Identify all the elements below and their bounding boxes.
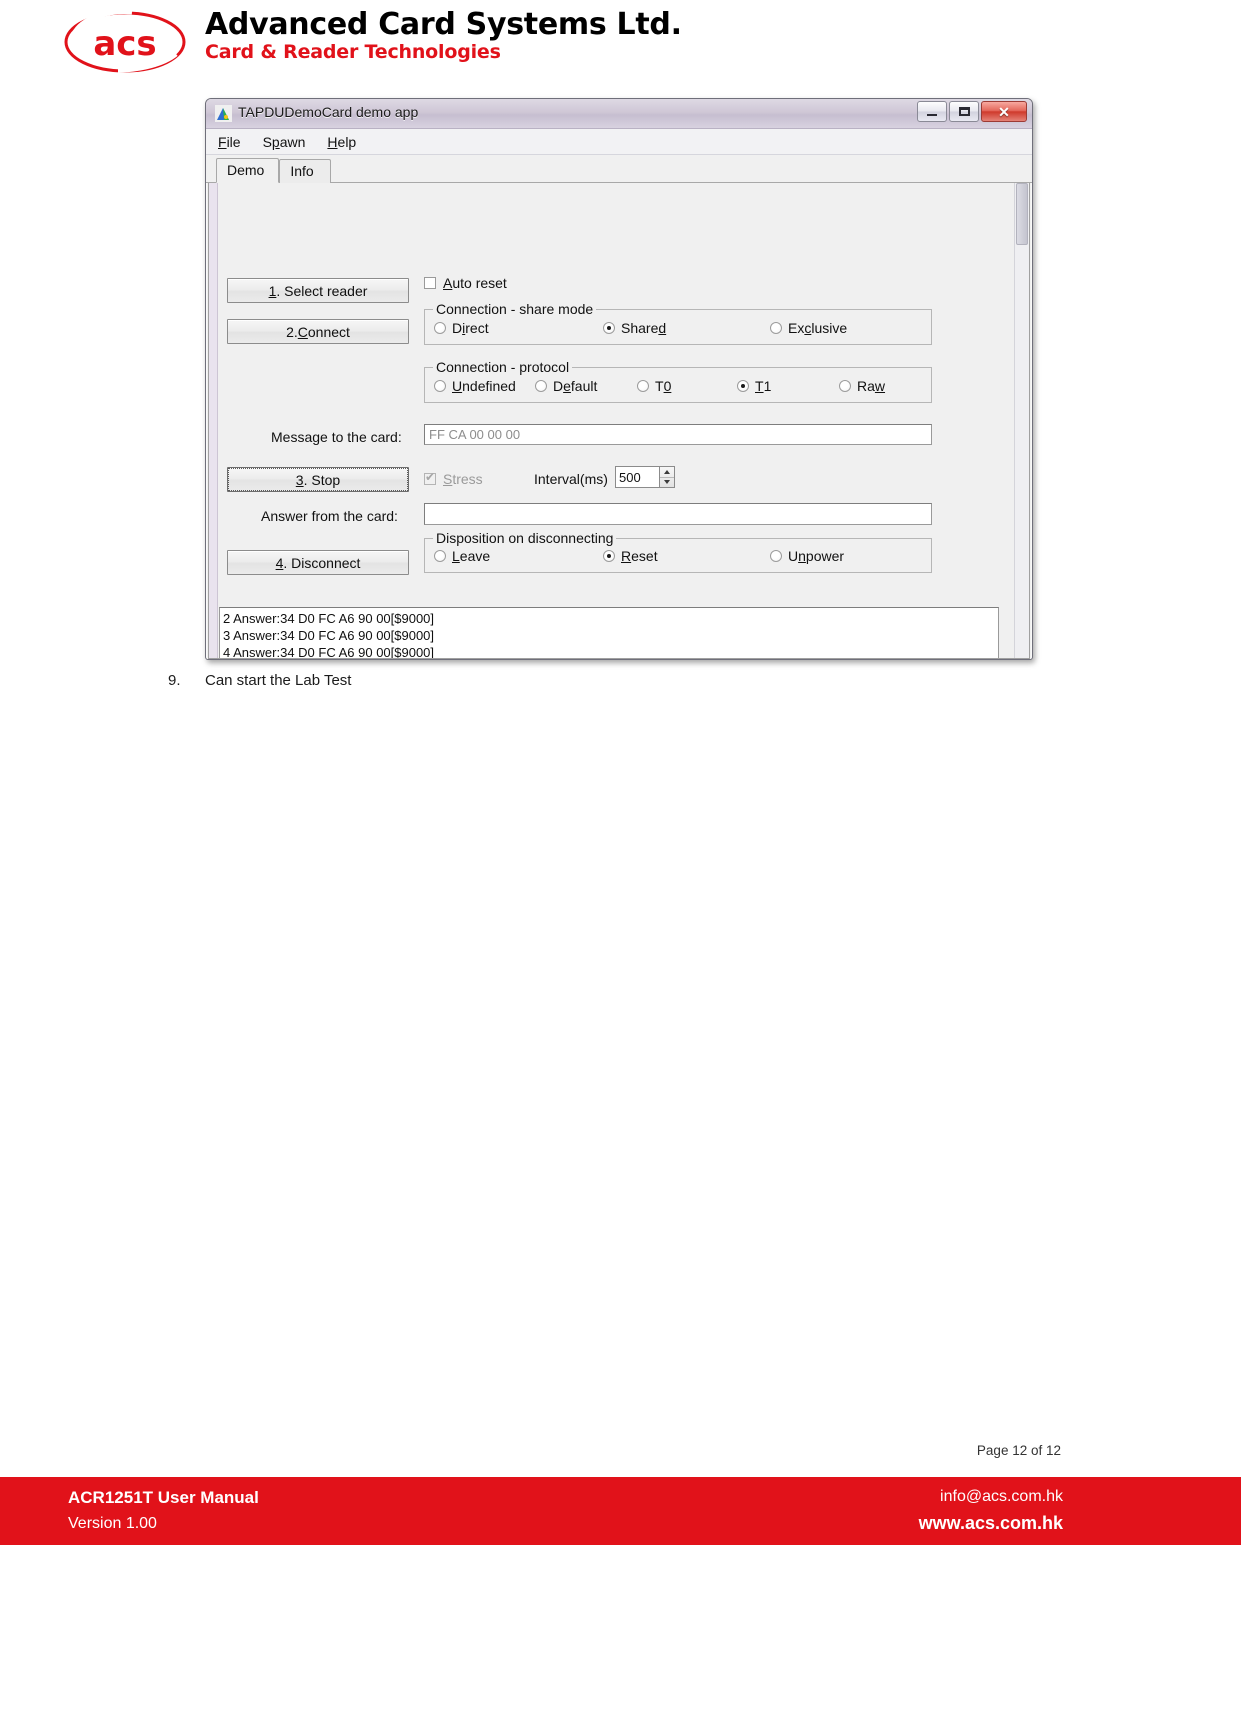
window-titlebar: TAPDUDemoCard demo app ✕ <box>206 99 1032 129</box>
radio-dot <box>737 380 749 392</box>
radio-label: Undefined <box>452 378 516 394</box>
answer-label: Answer from the card: <box>261 508 398 524</box>
radio-label: Unpower <box>788 548 845 564</box>
tab-strip: Demo Info <box>206 155 1032 183</box>
select-reader-button[interactable]: 1. Select reader <box>227 278 409 303</box>
interval-value[interactable]: 500 <box>615 466 659 488</box>
radio-undefined[interactable]: Undefined <box>434 378 516 394</box>
stop-button[interactable]: 3. Stop <box>227 467 409 492</box>
radio-direct[interactable]: Direct <box>434 320 489 336</box>
radio-label: T1 <box>755 378 772 394</box>
window-client-area: 1. Select reader 2. Connect 3. Stop 4. D… <box>208 183 1030 659</box>
page-footer: ACR1251T User Manual Version 1.00 info@a… <box>0 1477 1241 1545</box>
message-input[interactable]: FF CA 00 00 00 <box>424 424 932 445</box>
auto-reset-checkbox[interactable]: Auto reset <box>424 275 507 291</box>
radio-shared[interactable]: Shared <box>603 320 666 336</box>
disposition-group: Disposition on disconnecting Leave Reset… <box>424 530 932 573</box>
tab-demo[interactable]: Demo <box>216 158 280 183</box>
window-title: TAPDUDemoCard demo app <box>238 104 419 120</box>
footer-manual-title: ACR1251T User Manual <box>68 1488 259 1507</box>
radio-raw[interactable]: Raw <box>839 378 885 394</box>
radio-dot <box>603 322 615 334</box>
radio-label: T0 <box>655 378 672 394</box>
stepper-down-icon[interactable] <box>660 478 674 488</box>
radio-label: Leave <box>452 548 491 564</box>
radio-exclusive[interactable]: Exclusive <box>770 320 847 336</box>
window-controls: ✕ <box>917 101 1027 122</box>
maximize-button[interactable] <box>949 101 979 122</box>
answer-input[interactable] <box>424 503 932 525</box>
menu-item-spawn[interactable]: Spawn <box>263 134 306 150</box>
log-line: 2 Answer:34 D0 FC A6 90 00[$9000] <box>223 611 435 626</box>
disconnect-button[interactable]: 4. Disconnect <box>227 550 409 575</box>
radio-reset[interactable]: Reset <box>603 548 658 564</box>
radio-t1[interactable]: T1 <box>737 378 771 394</box>
menu-item-file[interactable]: File <box>218 134 241 150</box>
auto-reset-label: Auto reset <box>443 275 507 291</box>
app-window: TAPDUDemoCard demo app ✕ File Spawn Help… <box>205 98 1033 660</box>
disposition-title: Disposition on disconnecting <box>433 530 617 546</box>
stepper-up-icon[interactable] <box>660 467 674 478</box>
menu-item-help[interactable]: Help <box>327 134 356 150</box>
radio-dot <box>770 322 782 334</box>
radio-dot <box>637 380 649 392</box>
app-icon <box>215 105 232 122</box>
company-name: Advanced Card Systems Ltd. <box>205 7 682 42</box>
footer-email[interactable]: info@acs.com.hk <box>940 1488 1063 1506</box>
radio-label: Raw <box>857 378 886 394</box>
connect-button[interactable]: 2. Connect <box>227 319 409 344</box>
stress-label: Stress <box>443 471 483 487</box>
page-header: acs Advanced Card Systems Ltd. Card & Re… <box>0 0 1241 88</box>
scrollbar-thumb[interactable] <box>1016 183 1028 245</box>
close-button[interactable]: ✕ <box>981 101 1027 122</box>
footer-version: Version 1.00 <box>68 1515 157 1532</box>
checkbox-box <box>424 277 436 289</box>
radio-label: Default <box>553 378 598 394</box>
left-rail <box>209 183 218 658</box>
stepper-buttons[interactable] <box>659 466 675 488</box>
radio-dot <box>434 322 446 334</box>
protocol-title: Connection - protocol <box>433 359 573 375</box>
radio-label: Shared <box>621 320 667 336</box>
vertical-scrollbar[interactable] <box>1014 183 1029 658</box>
minimize-button[interactable] <box>917 101 947 122</box>
radio-dot <box>603 550 615 562</box>
radio-label: Exclusive <box>788 320 848 336</box>
radio-leave[interactable]: Leave <box>434 548 490 564</box>
radio-t0[interactable]: T0 <box>637 378 671 394</box>
radio-label: Reset <box>621 548 658 564</box>
message-label: Message to the card: <box>271 429 402 445</box>
step-number: 9. <box>168 672 181 689</box>
radio-unpower[interactable]: Unpower <box>770 548 844 564</box>
tab-info[interactable]: Info <box>279 159 332 183</box>
radio-dot <box>839 380 851 392</box>
acs-logo-icon: acs <box>60 8 190 76</box>
interval-stepper[interactable]: 500 <box>615 466 675 488</box>
share-mode-group: Connection - share mode Direct Shared Ex… <box>424 301 932 345</box>
page-number: Page 12 of 12 <box>976 1443 1061 1458</box>
radio-default[interactable]: Default <box>535 378 597 394</box>
step-text: Can start the Lab Test <box>205 672 352 689</box>
protocol-group: Connection - protocol Undefined Default … <box>424 359 932 403</box>
radio-dot <box>434 550 446 562</box>
radio-dot <box>535 380 547 392</box>
radio-dot <box>770 550 782 562</box>
log-line: 3 Answer:34 D0 FC A6 90 00[$9000] <box>223 628 435 643</box>
log-line: 4 Answer:34 D0 FC A6 90 00[$9000] <box>223 645 435 659</box>
share-mode-title: Connection - share mode <box>433 301 597 317</box>
interval-label: Interval(ms) <box>534 471 608 487</box>
stress-checkbox[interactable]: Stress <box>424 470 483 487</box>
radio-label: Direct <box>452 320 489 336</box>
log-output[interactable]: 2 Answer:34 D0 FC A6 90 00[$9000] 3 Answ… <box>219 607 999 659</box>
company-tagline: Card & Reader Technologies <box>205 41 501 63</box>
checkbox-box <box>424 470 436 485</box>
svg-text:acs: acs <box>93 24 156 64</box>
menu-bar: File Spawn Help <box>206 129 1032 155</box>
footer-website[interactable]: www.acs.com.hk <box>919 1513 1063 1534</box>
radio-dot <box>434 380 446 392</box>
